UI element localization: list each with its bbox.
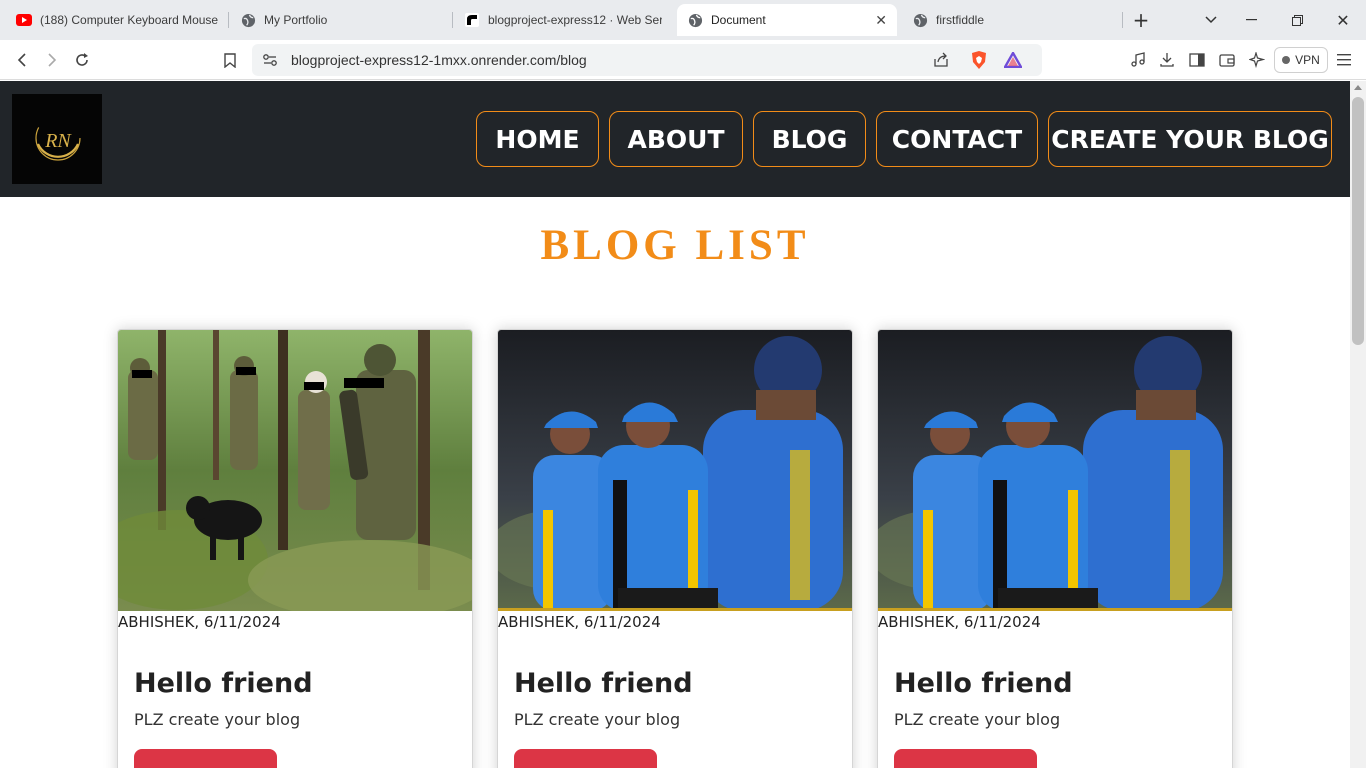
logo-monogram: RN [44,130,72,152]
youtube-icon [16,12,32,28]
tab-label: (188) Computer Keyboard Mouse [40,13,218,27]
vpn-label: VPN [1295,53,1320,67]
blog-card: ABHISHEK, 6/11/2024 Hello friend PLZ cre… [117,329,473,768]
tab-label: firstfiddle [936,13,985,27]
tab-separator [228,12,229,28]
tab-youtube[interactable]: (188) Computer Keyboard Mouse [6,4,228,36]
page-viewport: RN HOME ABOUT BLOG CONTACT CREATE YOUR B… [0,81,1350,768]
vpn-status-icon [1282,56,1291,64]
post-meta: ABHISHEK, 6/11/2024 [498,613,661,631]
sidebar-icon[interactable] [1187,50,1207,70]
page-title: BLOG LIST [540,222,810,269]
brave-rewards-icon[interactable] [1002,50,1024,72]
scrollbar-thumb[interactable] [1352,97,1364,345]
tab-render[interactable]: blogproject-express12 · Web Ser [454,4,672,36]
wallet-icon[interactable] [1217,50,1237,70]
brave-shields-icon[interactable] [970,50,988,74]
minimize-icon[interactable] [1241,10,1261,30]
read-more-button[interactable] [514,749,657,768]
restore-icon[interactable] [1287,10,1307,30]
leo-ai-icon[interactable] [1247,50,1267,70]
tab-label: My Portfolio [264,13,328,27]
menu-icon[interactable] [1334,50,1354,70]
post-meta: ABHISHEK, 6/11/2024 [118,613,281,631]
new-tab-icon[interactable]: + [1131,8,1151,32]
download-icon[interactable] [1157,50,1177,70]
browser-tab-strip: (188) Computer Keyboard Mouse My Portfol… [0,0,1366,40]
blog-card: ABHISHEK, 6/11/2024 Hello friend PLZ cre… [497,329,853,768]
vpn-button[interactable]: VPN [1274,47,1328,73]
post-title: Hello friend [894,668,1073,699]
close-window-icon[interactable]: ✕ [1333,10,1353,30]
browser-toolbar: blogproject-express12-1mxx.onrender.com/… [0,40,1366,80]
address-bar[interactable]: blogproject-express12-1mxx.onrender.com/… [252,44,1042,76]
media-icon[interactable] [1128,50,1148,70]
render-icon [464,12,480,28]
page-scrollbar[interactable] [1350,81,1366,768]
post-description: PLZ create your blog [894,710,1061,729]
nav-blog-link[interactable]: BLOG [753,111,866,167]
post-title: Hello friend [514,668,693,699]
site-logo[interactable]: RN [12,94,102,184]
blog-card: ABHISHEK, 6/11/2024 Hello friend PLZ cre… [877,329,1233,768]
forward-icon[interactable] [42,50,62,70]
site-settings-icon[interactable] [262,52,278,72]
post-title: Hello friend [134,668,313,699]
back-icon[interactable] [12,50,32,70]
read-more-button[interactable] [134,749,277,768]
tab-separator [1122,12,1123,28]
tab-document-active[interactable]: Document ✕ [677,4,897,36]
site-header: RN HOME ABOUT BLOG CONTACT CREATE YOUR B… [0,81,1350,197]
blog-image-cricket [878,330,1232,611]
post-description: PLZ create your blog [514,710,681,729]
blog-image-soldiers [118,330,472,611]
close-tab-icon[interactable]: ✕ [875,12,887,29]
post-meta: ABHISHEK, 6/11/2024 [878,613,1041,631]
globe-icon [240,12,256,28]
tab-label: blogproject-express12 · Web Ser [488,13,662,27]
post-description: PLZ create your blog [134,710,301,729]
tab-label: Document [711,13,766,27]
tab-firstfiddle[interactable]: firstfiddle [902,4,1120,36]
read-more-button[interactable] [894,749,1037,768]
tab-separator [452,12,453,28]
globe-icon [912,12,928,28]
nav-contact-link[interactable]: CONTACT [876,111,1038,167]
globe-icon [687,12,703,28]
blog-image-cricket [498,330,852,611]
nav-create-blog-link[interactable]: CREATE YOUR BLOG [1048,111,1332,167]
scroll-up-arrow-icon[interactable] [1354,85,1362,90]
bookmark-icon[interactable] [220,50,240,70]
share-icon[interactable] [933,52,949,72]
tab-portfolio[interactable]: My Portfolio [230,4,450,36]
tab-search-chevron-icon[interactable] [1201,10,1221,30]
reload-icon[interactable] [72,50,92,70]
url-text: blogproject-express12-1mxx.onrender.com/… [291,52,587,68]
nav-about-link[interactable]: ABOUT [609,111,743,167]
nav-home-link[interactable]: HOME [476,111,599,167]
